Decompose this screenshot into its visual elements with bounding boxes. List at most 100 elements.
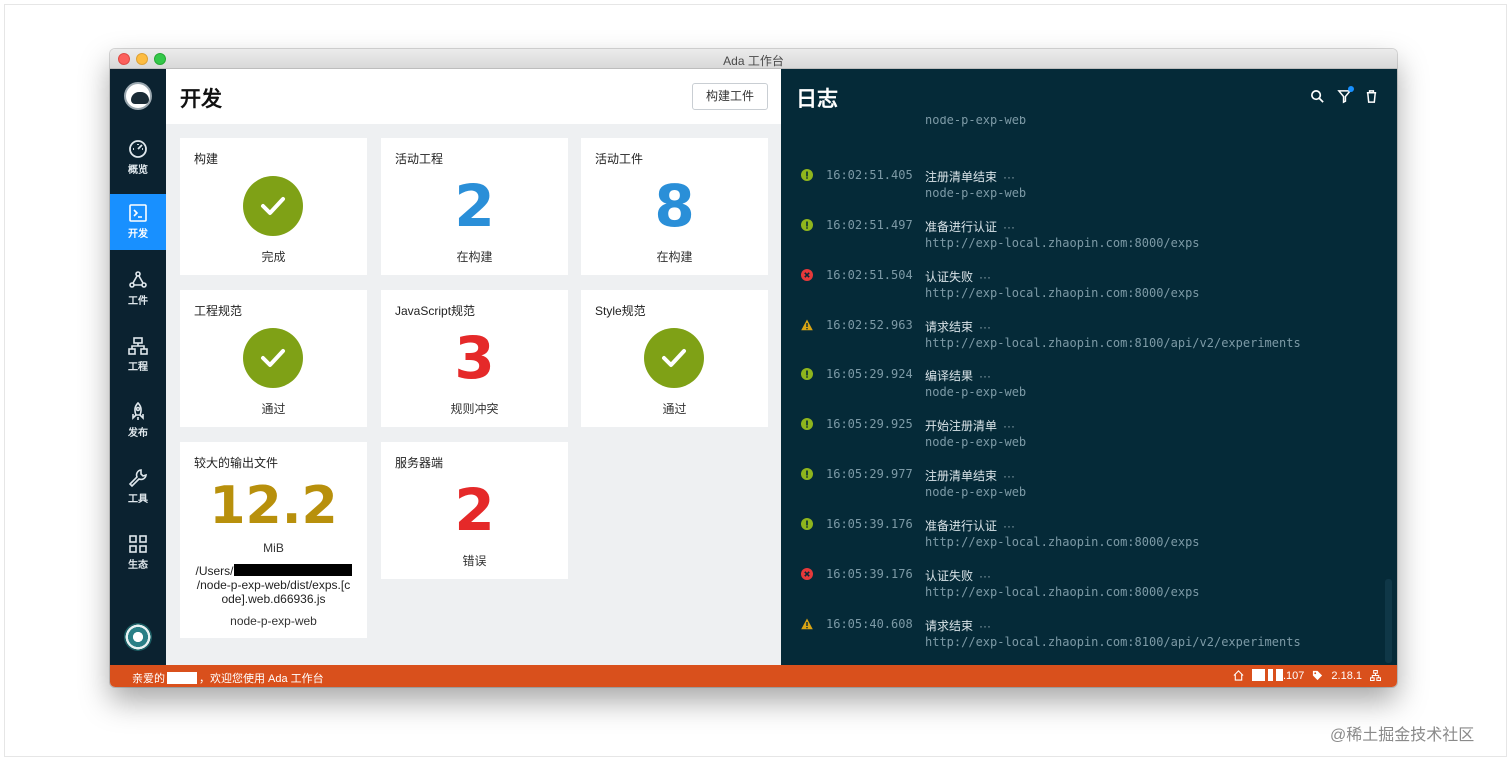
sidebar-item-projects[interactable]: 工程 (110, 327, 166, 383)
check-icon (644, 328, 704, 388)
log-time: 16:05:29.977 (826, 467, 913, 481)
log-message: 编译结果 ··· (925, 369, 992, 383)
server-card[interactable]: 服务器端 2 错误 (381, 442, 568, 579)
ip-address: .107 (1251, 669, 1304, 682)
file-size-unit: MiB (263, 541, 284, 555)
error-icon (801, 568, 813, 580)
log-detail: http://exp-local.zhaopin.com:8000/exps (925, 535, 1200, 549)
grid-icon (129, 535, 147, 553)
check-icon (243, 176, 303, 236)
large-output-file-card[interactable]: 较大的输出文件 12.2 MiB /Users//node-p-exp-web/… (180, 442, 367, 638)
log-detail: http://exp-local.zhaopin.com:8000/exps (925, 585, 1200, 599)
active-artifacts-card[interactable]: 活动工件 8 在构建 (581, 138, 768, 275)
log-time: 16:02:51.405 (826, 168, 913, 182)
redacted-username (233, 564, 352, 576)
more-icon[interactable]: ··· (979, 569, 991, 583)
window-title: Ada 工作台 (723, 54, 784, 68)
card-value: 2 (454, 476, 495, 544)
redacted-username (167, 672, 197, 684)
more-icon[interactable]: ··· (979, 270, 991, 284)
sidebar-item-ecosystem[interactable]: 生态 (110, 525, 166, 581)
log-entry[interactable]: 16:05:39.176 认证失败 ··· http://exp-local.zh… (801, 565, 1381, 615)
sitemap-icon (128, 337, 148, 355)
more-icon[interactable]: ··· (979, 320, 991, 334)
more-icon[interactable]: ··· (979, 619, 991, 633)
sitemap-icon[interactable] (1370, 670, 1381, 681)
watermark: @稀土掘金技术社区 (1330, 727, 1475, 744)
title-bar: Ada 工作台 (110, 49, 1397, 69)
log-entry[interactable]: 16:05:29.925 开始注册清单 ··· node-p-exp-web (801, 415, 1381, 465)
more-icon[interactable]: ··· (1003, 519, 1015, 533)
file-path: /Users//node-p-exp-web/dist/exps.[code].… (194, 564, 353, 606)
dashboard-icon (129, 140, 147, 158)
card-status: 在构建 (456, 250, 493, 264)
javascript-lint-card[interactable]: JavaScript规范 3 规则冲突 (381, 290, 568, 427)
sidebar-item-artifacts[interactable]: 工件 (110, 261, 166, 317)
log-title: 日志 (796, 88, 838, 111)
build-card[interactable]: 构建 完成 (180, 138, 367, 275)
log-time: 16:05:29.925 (826, 417, 913, 431)
info-icon (801, 418, 813, 430)
user-avatar[interactable] (124, 623, 152, 651)
card-status: 规则冲突 (450, 402, 499, 416)
log-list[interactable]: node-p-exp-web 16:02:51.405 注册清单结束 ··· no… (781, 116, 1385, 665)
log-scrollbar[interactable] (1385, 579, 1392, 663)
log-entry[interactable]: 16:02:51.504 认证失败 ··· http://exp-local.zh… (801, 266, 1381, 316)
sidebar-item-release[interactable]: 发布 (110, 393, 166, 449)
log-message: 开始注册清单 ··· (925, 419, 1016, 433)
graph-icon (129, 271, 147, 288)
info-icon (801, 219, 813, 231)
log-entry[interactable]: 16:02:51.497 准备进行认证 ··· http://exp-local.… (801, 216, 1381, 266)
filter-active-badge (1348, 86, 1354, 92)
log-entry[interactable]: 16:05:40.608 请求结束 ··· http://exp-local.zh… (801, 615, 1381, 665)
page-title: 开发 (180, 88, 222, 111)
log-entry[interactable]: 16:05:29.977 注册清单结束 ··· node-p-exp-web (801, 465, 1381, 515)
wrench-icon (128, 469, 147, 488)
info-icon (801, 518, 813, 530)
home-icon[interactable] (1233, 670, 1244, 681)
log-time: 16:05:39.176 (826, 517, 913, 531)
log-toolbar (1310, 86, 1379, 104)
sidebar-item-label: 概览 (128, 165, 148, 176)
card-title: 活动工程 (395, 152, 444, 166)
more-icon[interactable]: ··· (1003, 170, 1015, 184)
log-entry[interactable]: node-p-exp-web (801, 116, 1381, 143)
log-detail: http://exp-local.zhaopin.com:8000/exps (925, 236, 1200, 250)
sidebar-item-dev[interactable]: 开发 (110, 194, 166, 250)
card-value: 2 (454, 172, 495, 240)
log-detail: node-p-exp-web (925, 186, 1027, 200)
filter-button[interactable] (1337, 86, 1354, 104)
dev-panel: 开发 构建工件 构建 完成 活动工程 2 在构建 活动工件 8 在构建 工程规范 (166, 69, 781, 665)
log-entry[interactable]: 16:02:52.963 请求结束 ··· http://exp-local.zh… (801, 316, 1381, 366)
more-icon[interactable]: ··· (1003, 220, 1015, 234)
trash-icon[interactable] (1364, 89, 1379, 104)
sidebar-item-overview[interactable]: 概览 (110, 130, 166, 186)
more-icon[interactable]: ··· (1003, 469, 1015, 483)
log-entry[interactable]: 16:05:29.924 编译结果 ··· node-p-exp-web (801, 365, 1381, 415)
style-lint-card[interactable]: Style规范 通过 (581, 290, 768, 427)
log-entry[interactable]: 16:05:39.176 准备进行认证 ··· http://exp-local.… (801, 515, 1381, 565)
log-time: 16:05:29.924 (826, 367, 913, 381)
sidebar-item-tools[interactable]: 工具 (110, 459, 166, 515)
log-panel: 日志 node-p-exp-web 16:02:51.405 注册清单结束 ···… (781, 69, 1397, 665)
sidebar-item-label: 生态 (128, 560, 148, 571)
status-right: .107 2.18.1 (1233, 669, 1381, 682)
log-detail: http://exp-local.zhaopin.com:8100/api/v2… (925, 336, 1301, 350)
welcome-message: 亲爱的 ，欢迎您使用 Ada 工作台 (132, 672, 324, 685)
log-entry[interactable]: 16:02:51.405 注册清单结束 ··· node-p-exp-web (801, 166, 1381, 216)
app-logo[interactable] (124, 82, 152, 110)
project-lint-card[interactable]: 工程规范 通过 (180, 290, 367, 427)
warning-icon (801, 618, 813, 630)
more-icon[interactable]: ··· (979, 369, 991, 383)
log-time: 16:05:40.608 (826, 617, 913, 631)
build-artifact-button[interactable]: 构建工件 (692, 83, 768, 110)
file-path-suffix: /node-p-exp-web/dist/exps.[code].web.d66… (196, 578, 351, 606)
info-icon (801, 468, 813, 480)
card-value: 8 (654, 172, 695, 240)
card-title: 构建 (194, 152, 219, 166)
log-detail: node-p-exp-web (925, 485, 1027, 499)
log-message: 请求结束 ··· (925, 619, 992, 633)
active-projects-card[interactable]: 活动工程 2 在构建 (381, 138, 568, 275)
search-icon[interactable] (1310, 89, 1325, 104)
more-icon[interactable]: ··· (1003, 419, 1015, 433)
